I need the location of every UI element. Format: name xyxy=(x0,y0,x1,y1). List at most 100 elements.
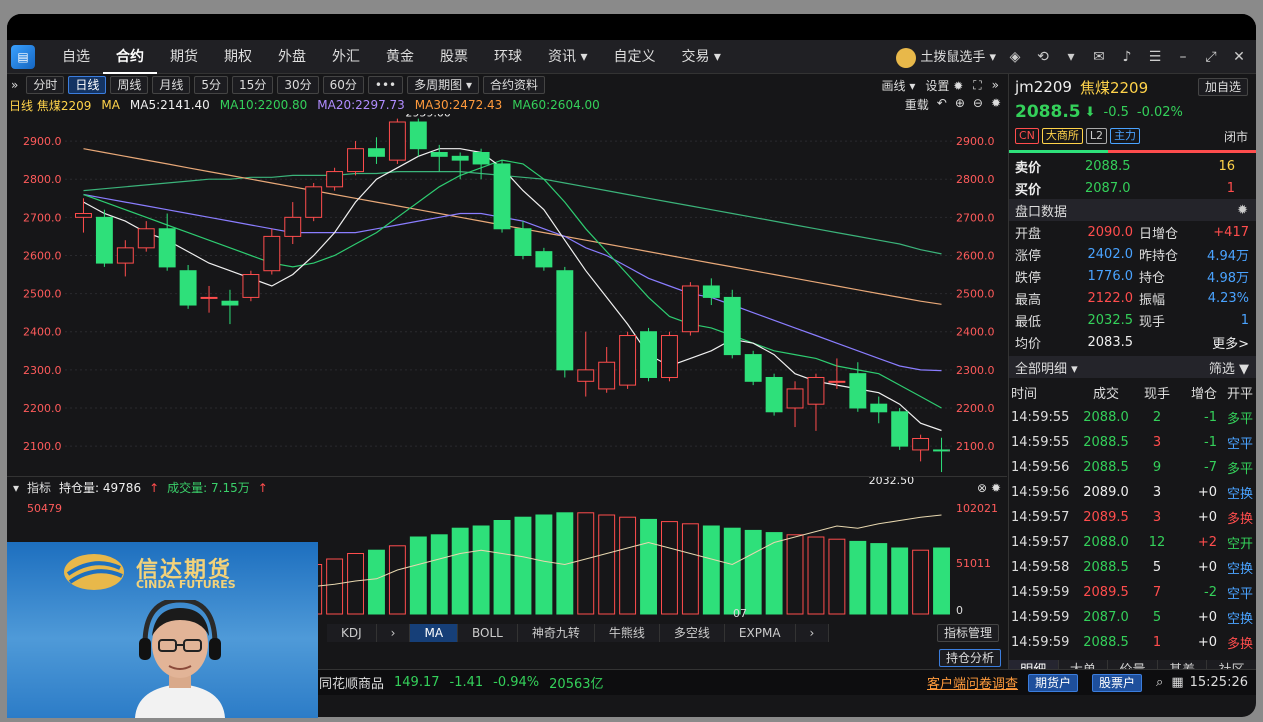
stat-key: 日增仓 xyxy=(1139,226,1179,242)
add-favorite-button[interactable]: 加自选 xyxy=(1197,78,1248,96)
index-name[interactable]: 同花顺商品 xyxy=(319,673,384,692)
settings-label: 设置 xyxy=(925,78,950,93)
indicator-tab-6[interactable]: 多空线 xyxy=(659,624,725,642)
period-button-0[interactable]: 分时 xyxy=(26,76,65,94)
contract-info-button[interactable]: 合约资料 xyxy=(482,76,545,94)
menu-item-11[interactable]: 交易 ▾ xyxy=(668,40,733,74)
collapse-side-icon[interactable]: » xyxy=(992,78,999,92)
period-button-4[interactable]: 5分 xyxy=(194,76,229,94)
candle-body xyxy=(535,251,553,268)
period-button-7[interactable]: 60分 xyxy=(322,76,364,94)
menu-item-10[interactable]: 自定义 xyxy=(600,40,668,74)
buy-sell-ratio-bar xyxy=(1009,150,1256,153)
minimize-icon[interactable]: – xyxy=(1174,49,1192,65)
menu-item-1[interactable]: 合约 xyxy=(103,40,157,74)
tick-volume: 3 xyxy=(1152,510,1162,525)
stat-value: 2402.0 xyxy=(1087,246,1134,262)
panel-gear-icon[interactable]: ✹ xyxy=(1237,203,1248,218)
chart-gear-icon[interactable]: ✹ xyxy=(991,96,1001,113)
toolbar-right: 画线 ▾ 设置 ✹ ⛶ » xyxy=(882,74,1000,96)
multi-period-dropdown[interactable]: 多周期图 ▾ xyxy=(407,76,479,94)
indicator-close-icon[interactable]: ⊗ xyxy=(977,481,987,495)
layers-icon[interactable]: ◈ xyxy=(1006,49,1024,65)
stat-key: 现手 xyxy=(1139,314,1166,330)
detail-title-row: 全部明细 ▾ 筛选 ▼ xyxy=(1009,356,1256,378)
restore-icon[interactable]: ⤢ xyxy=(1202,49,1220,65)
app-logo-icon[interactable]: ▤ xyxy=(11,44,35,69)
user-menu[interactable]: 土拨鼠选手 ▾ xyxy=(896,46,996,68)
menu-item-9[interactable]: 资讯 ▾ xyxy=(535,40,600,74)
undo-icon[interactable]: ↶ xyxy=(937,96,947,113)
refresh-icon[interactable]: ⟲ xyxy=(1034,49,1052,65)
zoom-in-icon[interactable]: ⊕ xyxy=(955,96,965,113)
menu-item-4[interactable]: 外盘 xyxy=(265,40,319,74)
candle-body xyxy=(807,376,825,405)
volume-bar xyxy=(430,534,448,615)
candle-body xyxy=(158,228,176,268)
indicator-label[interactable]: 指标 xyxy=(27,479,51,496)
kline-chart[interactable]: 2900.0 2900.0 2800.0 2800.0 2700.0 2700.0 2600… xyxy=(7,107,1007,487)
close-icon[interactable]: ✕ xyxy=(1230,49,1248,65)
menu-item-5[interactable]: 外汇 xyxy=(319,40,373,74)
futures-account-button[interactable]: 期货户 xyxy=(1028,673,1079,692)
tick-volume: 12 xyxy=(1148,535,1166,550)
period-button-8[interactable]: ••• xyxy=(367,76,404,94)
period-button-3[interactable]: 月线 xyxy=(152,76,191,94)
detail-dropdown[interactable]: 全部明细 ▾ xyxy=(1015,358,1078,377)
oi-analysis-button[interactable]: 持仓分析 xyxy=(939,649,1002,667)
sell-row: 卖价 2088.5 16 xyxy=(1009,155,1256,177)
y-tick-right: 2800.0 xyxy=(956,173,995,186)
candle-body xyxy=(242,274,260,298)
menu-item-7[interactable]: 股票 xyxy=(427,40,481,74)
zoom-out-icon[interactable]: ⊖ xyxy=(973,96,983,113)
indicator-tab-5[interactable]: 牛熊线 xyxy=(594,624,660,642)
volume-bar xyxy=(681,523,699,615)
stock-account-button[interactable]: 股票户 xyxy=(1092,673,1143,692)
stat-value[interactable]: 更多> xyxy=(1185,333,1249,352)
list-menu-icon[interactable]: ☰ xyxy=(1146,49,1164,65)
indicator-tab-8[interactable]: › xyxy=(795,624,830,642)
bell-icon[interactable]: ♪ xyxy=(1118,49,1136,65)
menu-item-0[interactable]: 自选 xyxy=(49,40,103,74)
period-button-1[interactable]: 日线 xyxy=(68,76,107,94)
period-button-5[interactable]: 15分 xyxy=(232,76,274,94)
expand-icon[interactable]: » xyxy=(11,78,18,92)
candle-body xyxy=(200,296,218,299)
menu-item-8[interactable]: 环球 xyxy=(481,40,535,74)
fullscreen-icon[interactable]: ⛶ xyxy=(973,78,981,93)
indicator-gear-icon[interactable]: ✹ xyxy=(991,481,1001,495)
stat-value: 4.94万 xyxy=(1207,248,1249,264)
period-button-6[interactable]: 30分 xyxy=(277,76,319,94)
reload-button[interactable]: 重载 xyxy=(905,96,929,113)
index-change: -1.41 xyxy=(449,675,484,690)
search-icon[interactable]: ⌕ xyxy=(1156,675,1163,690)
menu-item-2[interactable]: 期货 xyxy=(157,40,211,74)
stat-key: 最高 xyxy=(1015,292,1042,308)
shirt-icon[interactable]: ▾ xyxy=(1062,49,1080,65)
draw-line-button[interactable]: 画线 ▾ xyxy=(882,77,916,94)
indicator-tab-0[interactable]: KDJ xyxy=(327,624,377,642)
tick-price: 2088.0 xyxy=(1083,535,1129,550)
indicator-manage-button[interactable]: 指标管理 xyxy=(936,624,999,642)
filter-button[interactable]: 筛选 ▼ xyxy=(1209,358,1249,377)
indicator-tab-7[interactable]: EXPMA xyxy=(724,624,796,642)
candle-body xyxy=(388,121,406,161)
candle-body xyxy=(723,296,741,356)
stat-row: 涨停 2402.0 昨持仓 4.94万 xyxy=(1009,243,1256,265)
mail-icon[interactable]: ✉ xyxy=(1090,49,1108,65)
indicator-tab-4[interactable]: 神奇九转 xyxy=(517,624,595,642)
period-button-2[interactable]: 周线 xyxy=(110,76,149,94)
ma5-value: MA5:2141.40 xyxy=(129,98,210,112)
indicator-tab-1[interactable]: › xyxy=(376,624,411,642)
menu-item-3[interactable]: 期权 xyxy=(211,40,265,74)
calculator-icon[interactable]: ▦ xyxy=(1171,675,1183,690)
indicator-tab-2[interactable]: MA xyxy=(410,624,459,642)
settings-button[interactable]: 设置 ✹ xyxy=(925,77,963,94)
indicator-tab-3[interactable]: BOLL xyxy=(458,624,518,642)
tick-oi-change: +0 xyxy=(1197,560,1217,575)
indicator-toggle-icon[interactable]: ▾ xyxy=(13,481,19,495)
survey-link[interactable]: 客户端问卷调查 xyxy=(927,673,1018,692)
menu-item-6[interactable]: 黄金 xyxy=(373,40,427,74)
volume-bar xyxy=(326,558,344,615)
ma-label[interactable]: MA xyxy=(101,98,120,112)
